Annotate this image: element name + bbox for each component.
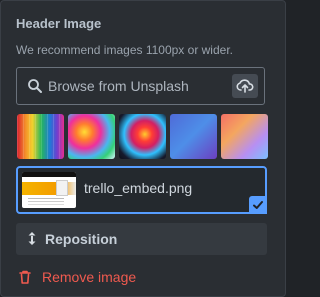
upload-image-button[interactable] (232, 74, 258, 98)
selected-image-preview (22, 172, 76, 208)
selected-header-image[interactable]: trello_embed.png (16, 166, 267, 214)
reposition-button[interactable]: Reposition (16, 223, 267, 255)
upload-cloud-icon (236, 79, 254, 93)
remove-image-label: Remove image (42, 269, 137, 285)
selected-check-badge (249, 196, 267, 214)
selected-image-filename: trello_embed.png (84, 180, 193, 196)
search-icon (27, 78, 43, 94)
abstract-paint-thumbnail[interactable] (119, 114, 166, 159)
trash-icon (19, 270, 31, 284)
reposition-label: Reposition (45, 231, 118, 247)
unsplash-thumbnail-row (17, 114, 268, 159)
blue-purple-gradient-thumbnail[interactable] (170, 114, 217, 159)
panel-title: Header Image (16, 16, 102, 31)
search-input-placeholder: Browse from Unsplash (48, 78, 189, 94)
pastel-gradient-thumbnail[interactable] (221, 114, 268, 159)
rainbow-fabric-thumbnail[interactable] (17, 114, 64, 159)
unsplash-search-field[interactable]: Browse from Unsplash (16, 67, 265, 105)
check-icon (253, 201, 263, 209)
up-down-arrows-icon (28, 232, 36, 245)
header-image-panel: Header Image We recommend images 1100px … (0, 0, 286, 297)
panel-subtitle: We recommend images 1100px or wider. (16, 43, 233, 57)
color-smoke-thumbnail[interactable] (68, 114, 115, 159)
